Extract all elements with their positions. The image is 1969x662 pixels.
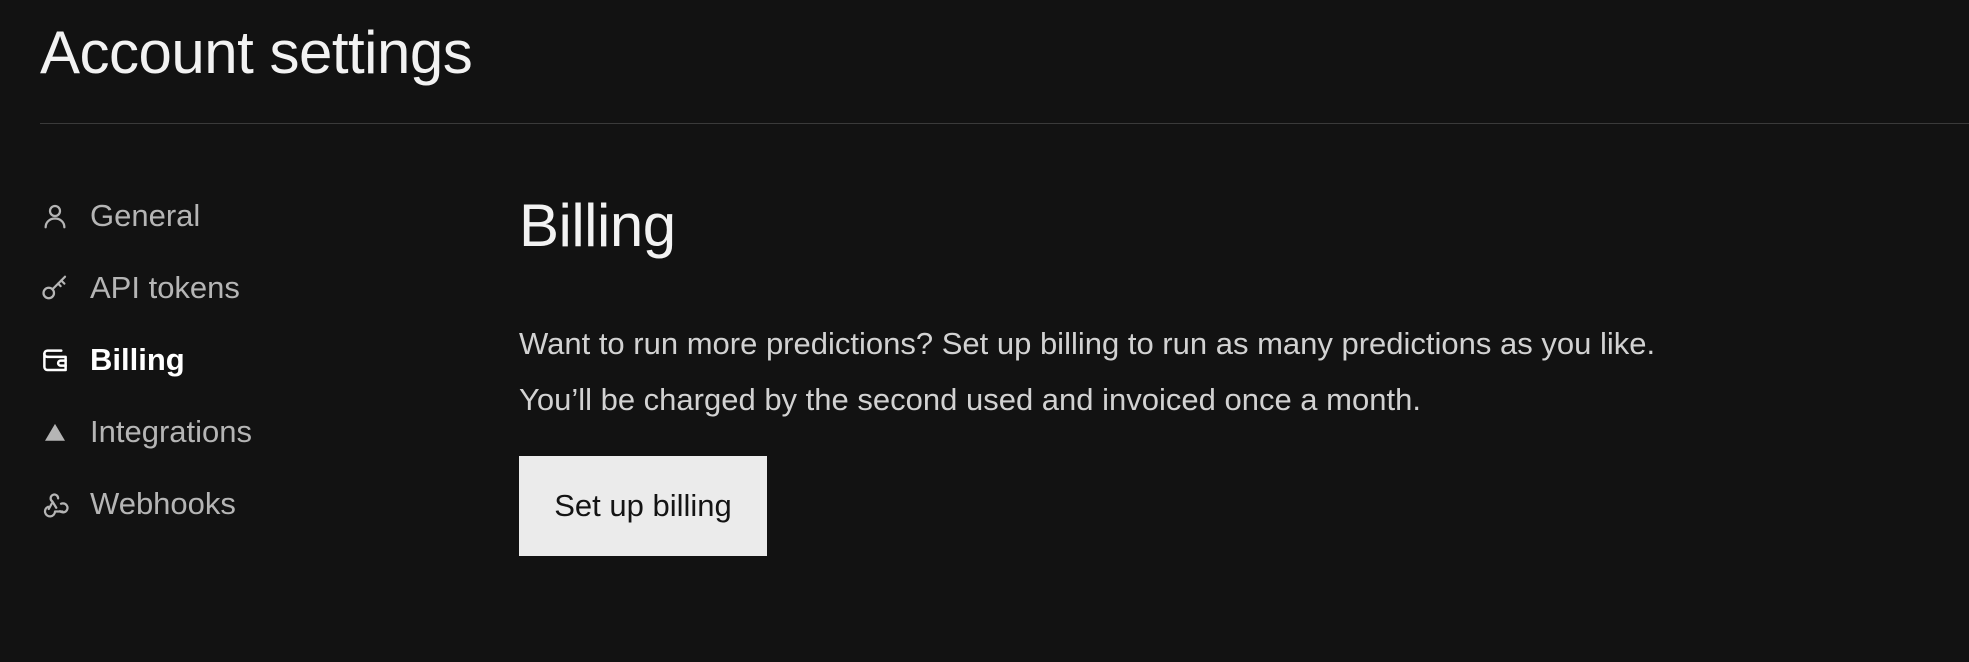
sidebar-item-api-tokens[interactable]: API tokens <box>40 252 460 324</box>
settings-sidebar: General API tokens Billing Integrations … <box>40 180 460 540</box>
triangle-icon <box>40 417 70 447</box>
section-title: Billing <box>519 192 676 259</box>
sidebar-item-label: General <box>90 198 201 233</box>
billing-description: Want to run more predictions? Set up bil… <box>519 316 1919 428</box>
webhook-icon <box>40 489 70 519</box>
key-icon <box>40 273 70 303</box>
billing-description-line-1: Want to run more predictions? Set up bil… <box>519 326 1656 361</box>
user-icon <box>40 201 70 231</box>
wallet-icon <box>40 345 70 375</box>
sidebar-item-webhooks[interactable]: Webhooks <box>40 468 460 540</box>
sidebar-item-label: Billing <box>90 342 185 377</box>
billing-section: Billing Want to run more predictions? Se… <box>519 180 1919 556</box>
sidebar-item-label: Integrations <box>90 414 252 449</box>
sidebar-item-label: Webhooks <box>90 486 236 521</box>
billing-description-line-2: You’ll be charged by the second used and… <box>519 382 1421 417</box>
sidebar-item-label: API tokens <box>90 270 240 305</box>
page-header: Account settings <box>40 0 1969 124</box>
sidebar-item-general[interactable]: General <box>40 180 460 252</box>
page-title: Account settings <box>40 19 473 86</box>
set-up-billing-button[interactable]: Set up billing <box>519 456 767 556</box>
sidebar-item-billing[interactable]: Billing <box>40 324 460 396</box>
sidebar-item-integrations[interactable]: Integrations <box>40 396 460 468</box>
